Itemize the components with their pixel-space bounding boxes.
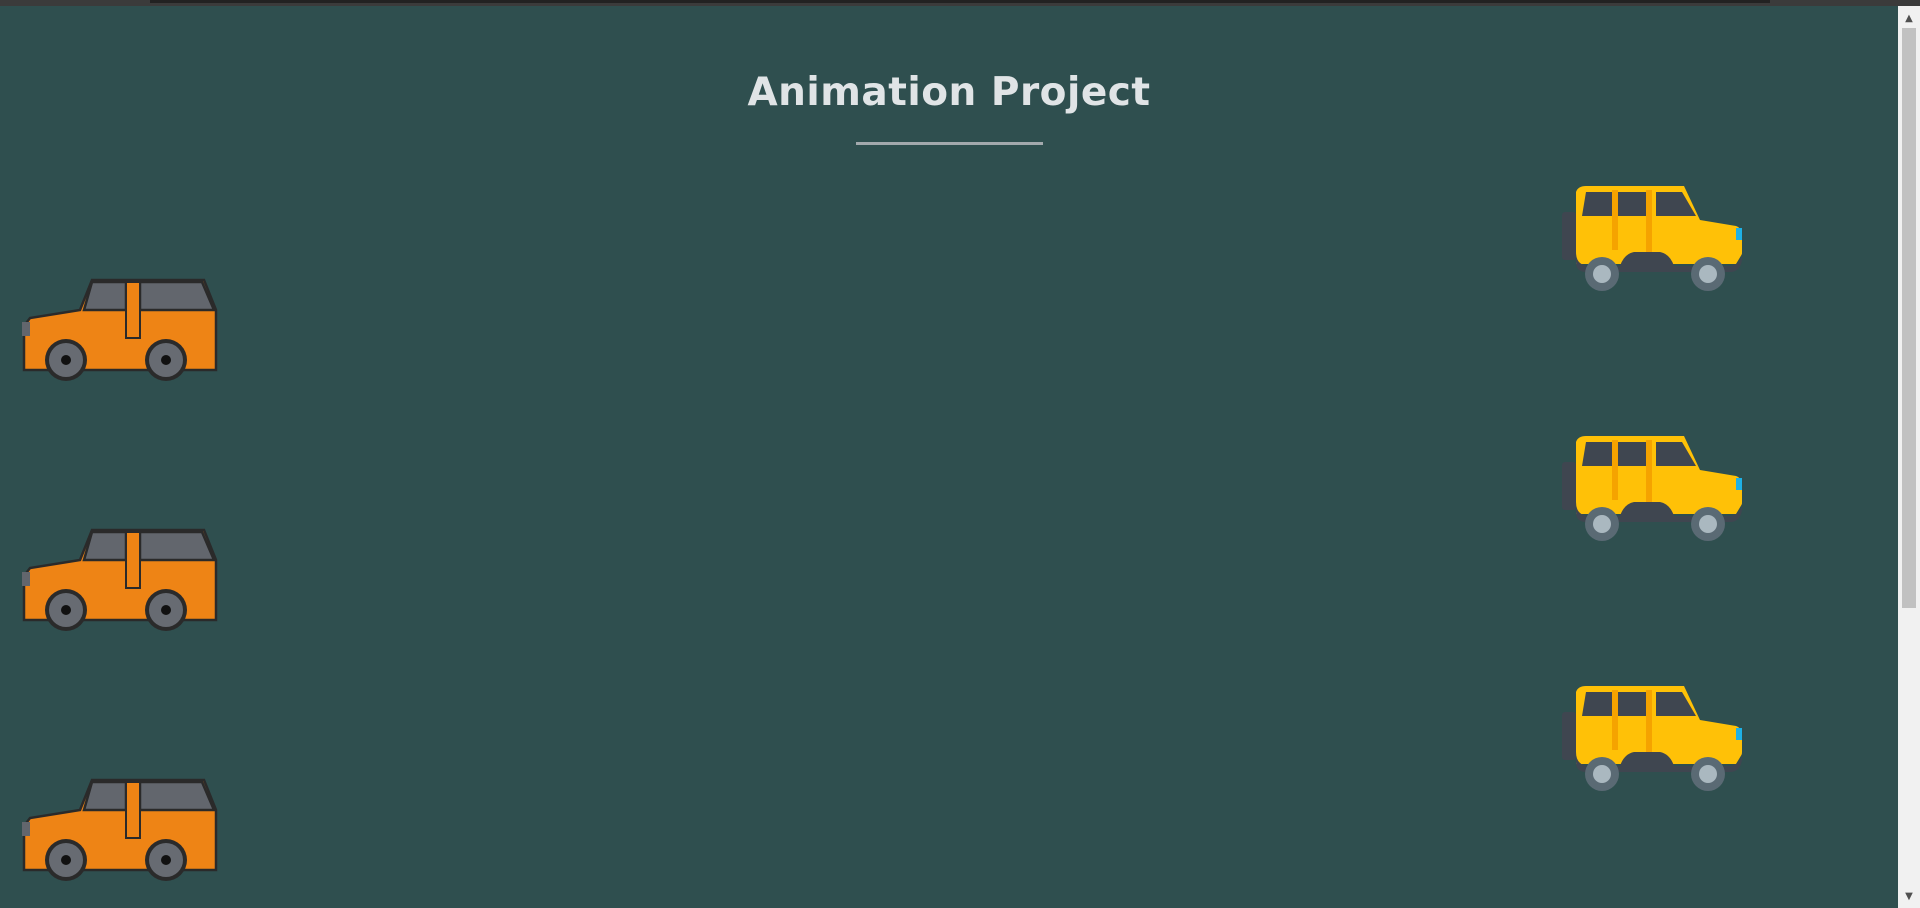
yellow-jeep-icon	[1562, 436, 1742, 541]
page-title: Animation Project	[747, 70, 1151, 115]
scrollbar-thumb[interactable]	[1902, 28, 1916, 608]
vertical-scrollbar[interactable]: ▲ ▼	[1898, 6, 1920, 908]
orange-car-icon	[22, 528, 218, 631]
scroll-down-icon[interactable]: ▼	[1898, 888, 1920, 906]
browser-tab-strip	[150, 0, 1770, 3]
orange-car-icon	[22, 278, 218, 381]
title-underline	[856, 142, 1043, 145]
orange-car-icon	[22, 778, 218, 881]
scroll-up-icon[interactable]: ▲	[1898, 10, 1920, 28]
page-canvas: Animation Project	[0, 6, 1898, 908]
yellow-jeep-icon	[1562, 186, 1742, 291]
yellow-jeep-icon	[1562, 686, 1742, 791]
